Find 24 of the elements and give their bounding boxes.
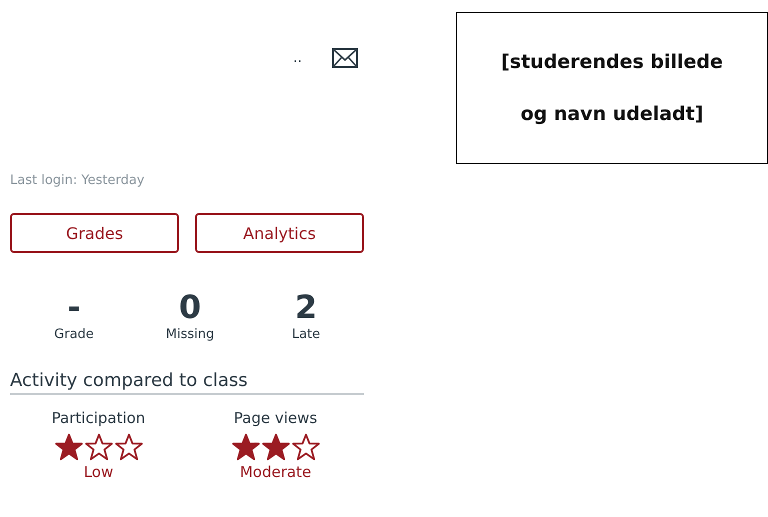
note-text: og navn udeladt] <box>520 103 704 125</box>
empty-star-icon <box>292 433 320 461</box>
filled-star-icon <box>262 433 290 461</box>
stat-label: Missing <box>166 327 214 342</box>
stat-label: Late <box>292 327 320 342</box>
metric-name: Page views <box>234 409 318 427</box>
more-text: .. <box>293 50 302 66</box>
empty-star-icon <box>84 433 112 461</box>
mail-icon[interactable] <box>332 48 358 68</box>
metric-rating: Low <box>84 463 114 481</box>
stat-value: - <box>67 289 81 325</box>
stat-value: 2 <box>294 289 318 325</box>
note-text: [studerendes billede <box>501 51 723 73</box>
metric-rating: Moderate <box>240 463 312 481</box>
section-heading: Activity compared to class <box>10 370 364 395</box>
metric-name: Participation <box>52 409 146 427</box>
filled-star-icon <box>232 433 260 461</box>
last-login: Last login: Yesterday <box>10 173 146 188</box>
stat-label: Grade <box>54 327 94 342</box>
filled-star-icon <box>54 433 82 461</box>
empty-star-icon <box>114 433 142 461</box>
nav-button[interactable]: Grades <box>10 213 179 253</box>
stat-value: 0 <box>178 289 202 325</box>
nav-button[interactable]: Analytics <box>195 213 364 253</box>
